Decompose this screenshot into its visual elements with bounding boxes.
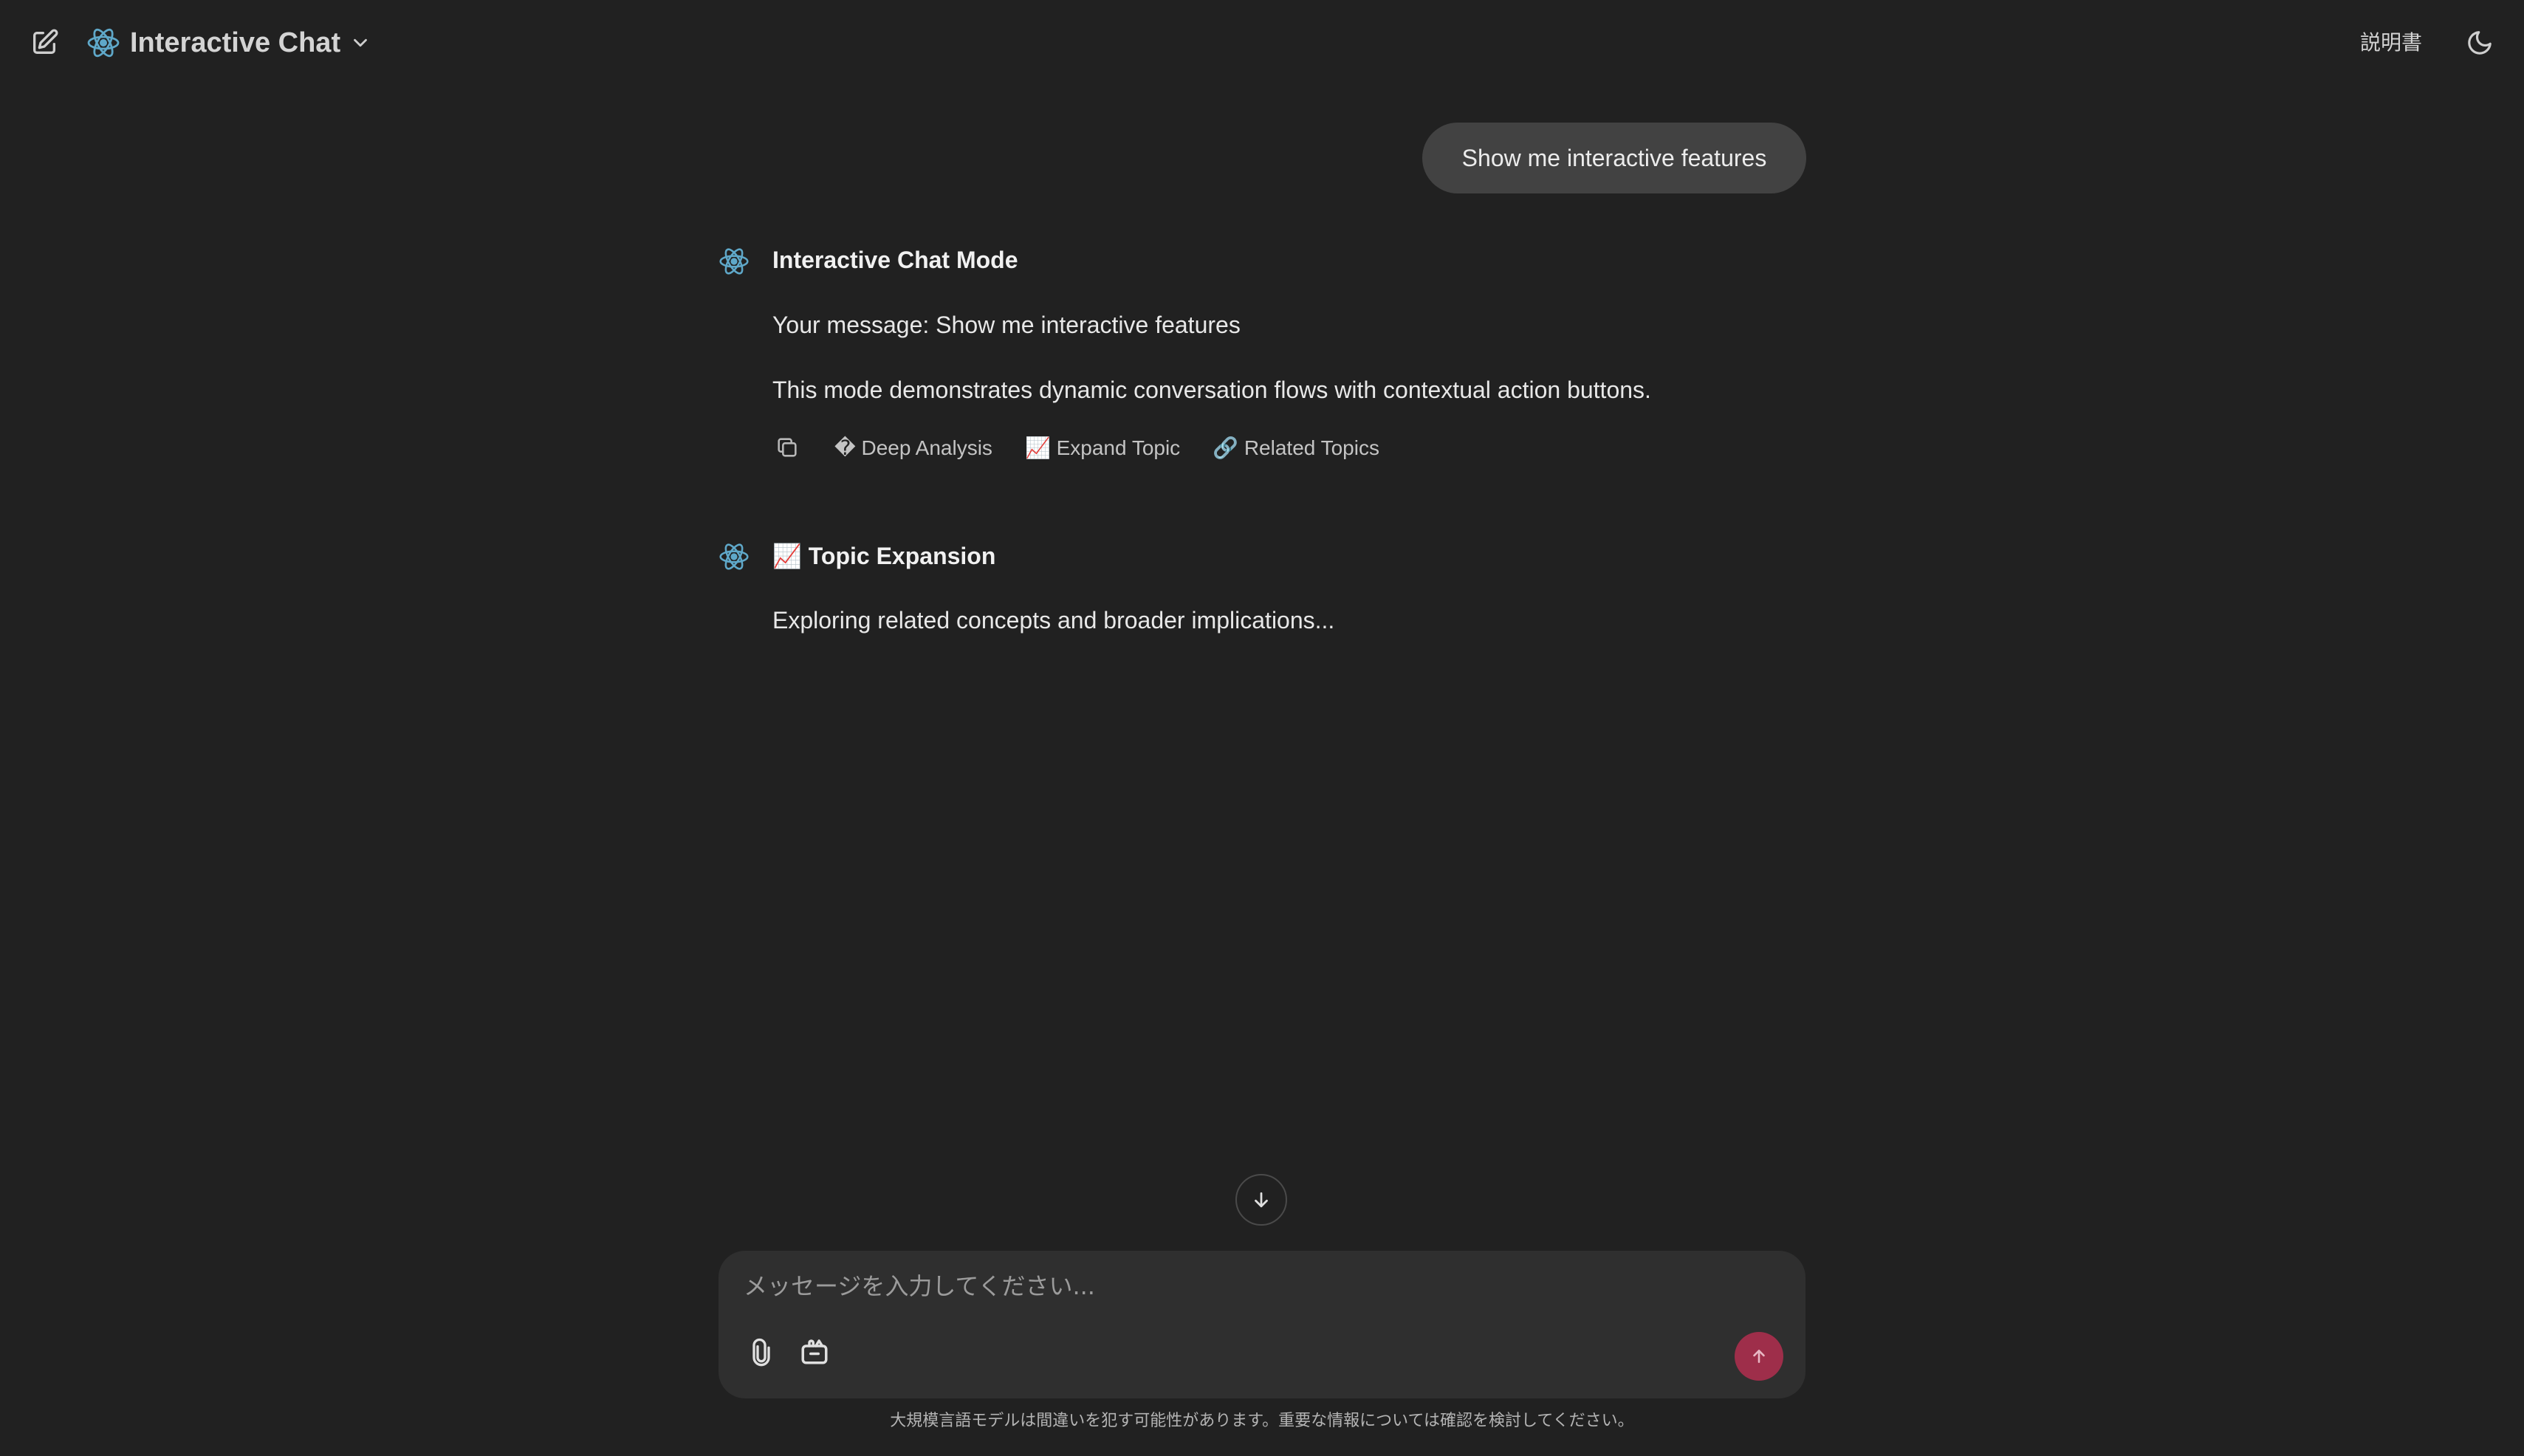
message-title: Interactive Chat Mode (772, 247, 1018, 273)
atom-icon (719, 248, 749, 275)
user-message-text: Show me interactive features (1461, 144, 1767, 171)
message-input[interactable] (742, 1267, 1764, 1305)
chat-page: Interactive Chat 説明書 Show me interactive… (0, 0, 2524, 1456)
atom-icon (87, 28, 120, 58)
arrow-up-icon (1753, 1350, 1765, 1363)
message-actions: � Deep Analysis 📈 Expand Topic 🔗 Related… (772, 433, 1379, 462)
message-text: Exploring related concepts and broader i… (772, 607, 1335, 633)
theme-toggle-button[interactable] (2459, 24, 2500, 62)
disclaimer-text: 大規模言語モデルは間違いを犯す可能性があります。重要な情報については確認を検討し… (890, 1412, 1634, 1430)
message-text: Your message: Show me interactive featur… (772, 312, 1241, 338)
toolbox-icon (801, 1339, 828, 1364)
assistant-message: Interactive Chat Mode Your message: Show… (718, 244, 1811, 480)
copy-icon (778, 438, 797, 457)
app-title: Interactive Chat (130, 27, 341, 58)
message-composer (719, 1251, 1805, 1398)
deep-analysis-button[interactable]: � Deep Analysis (834, 436, 992, 460)
atom-icon (719, 543, 749, 570)
chevron-down-icon (354, 38, 367, 47)
expand-topic-button[interactable]: 📈 Expand Topic (1025, 436, 1180, 460)
copy-button[interactable] (772, 433, 802, 462)
tools-button[interactable] (795, 1332, 834, 1370)
top-bar: Interactive Chat 説明書 (0, 0, 2524, 86)
paperclip-icon (752, 1338, 770, 1367)
moon-icon (2468, 31, 2492, 55)
related-topics-button[interactable]: 🔗 Related Topics (1213, 436, 1379, 460)
edit-icon (33, 29, 58, 55)
assistant-message: 📈 Topic Expansion Exploring related conc… (718, 539, 1811, 642)
message-text: This mode demonstrates dynamic conversat… (772, 377, 1651, 403)
attach-file-button[interactable] (742, 1333, 781, 1372)
message-title: 📈 Topic Expansion (772, 543, 996, 569)
arrow-down-icon (1255, 1192, 1268, 1208)
user-message-bubble: Show me interactive features (1422, 123, 1806, 193)
new-chat-button[interactable] (22, 22, 66, 63)
model-selector[interactable]: Interactive Chat (86, 21, 371, 65)
manual-link[interactable]: 説明書 (2360, 27, 2422, 56)
scroll-to-bottom-button[interactable] (1235, 1174, 1287, 1226)
send-button[interactable] (1735, 1332, 1783, 1381)
